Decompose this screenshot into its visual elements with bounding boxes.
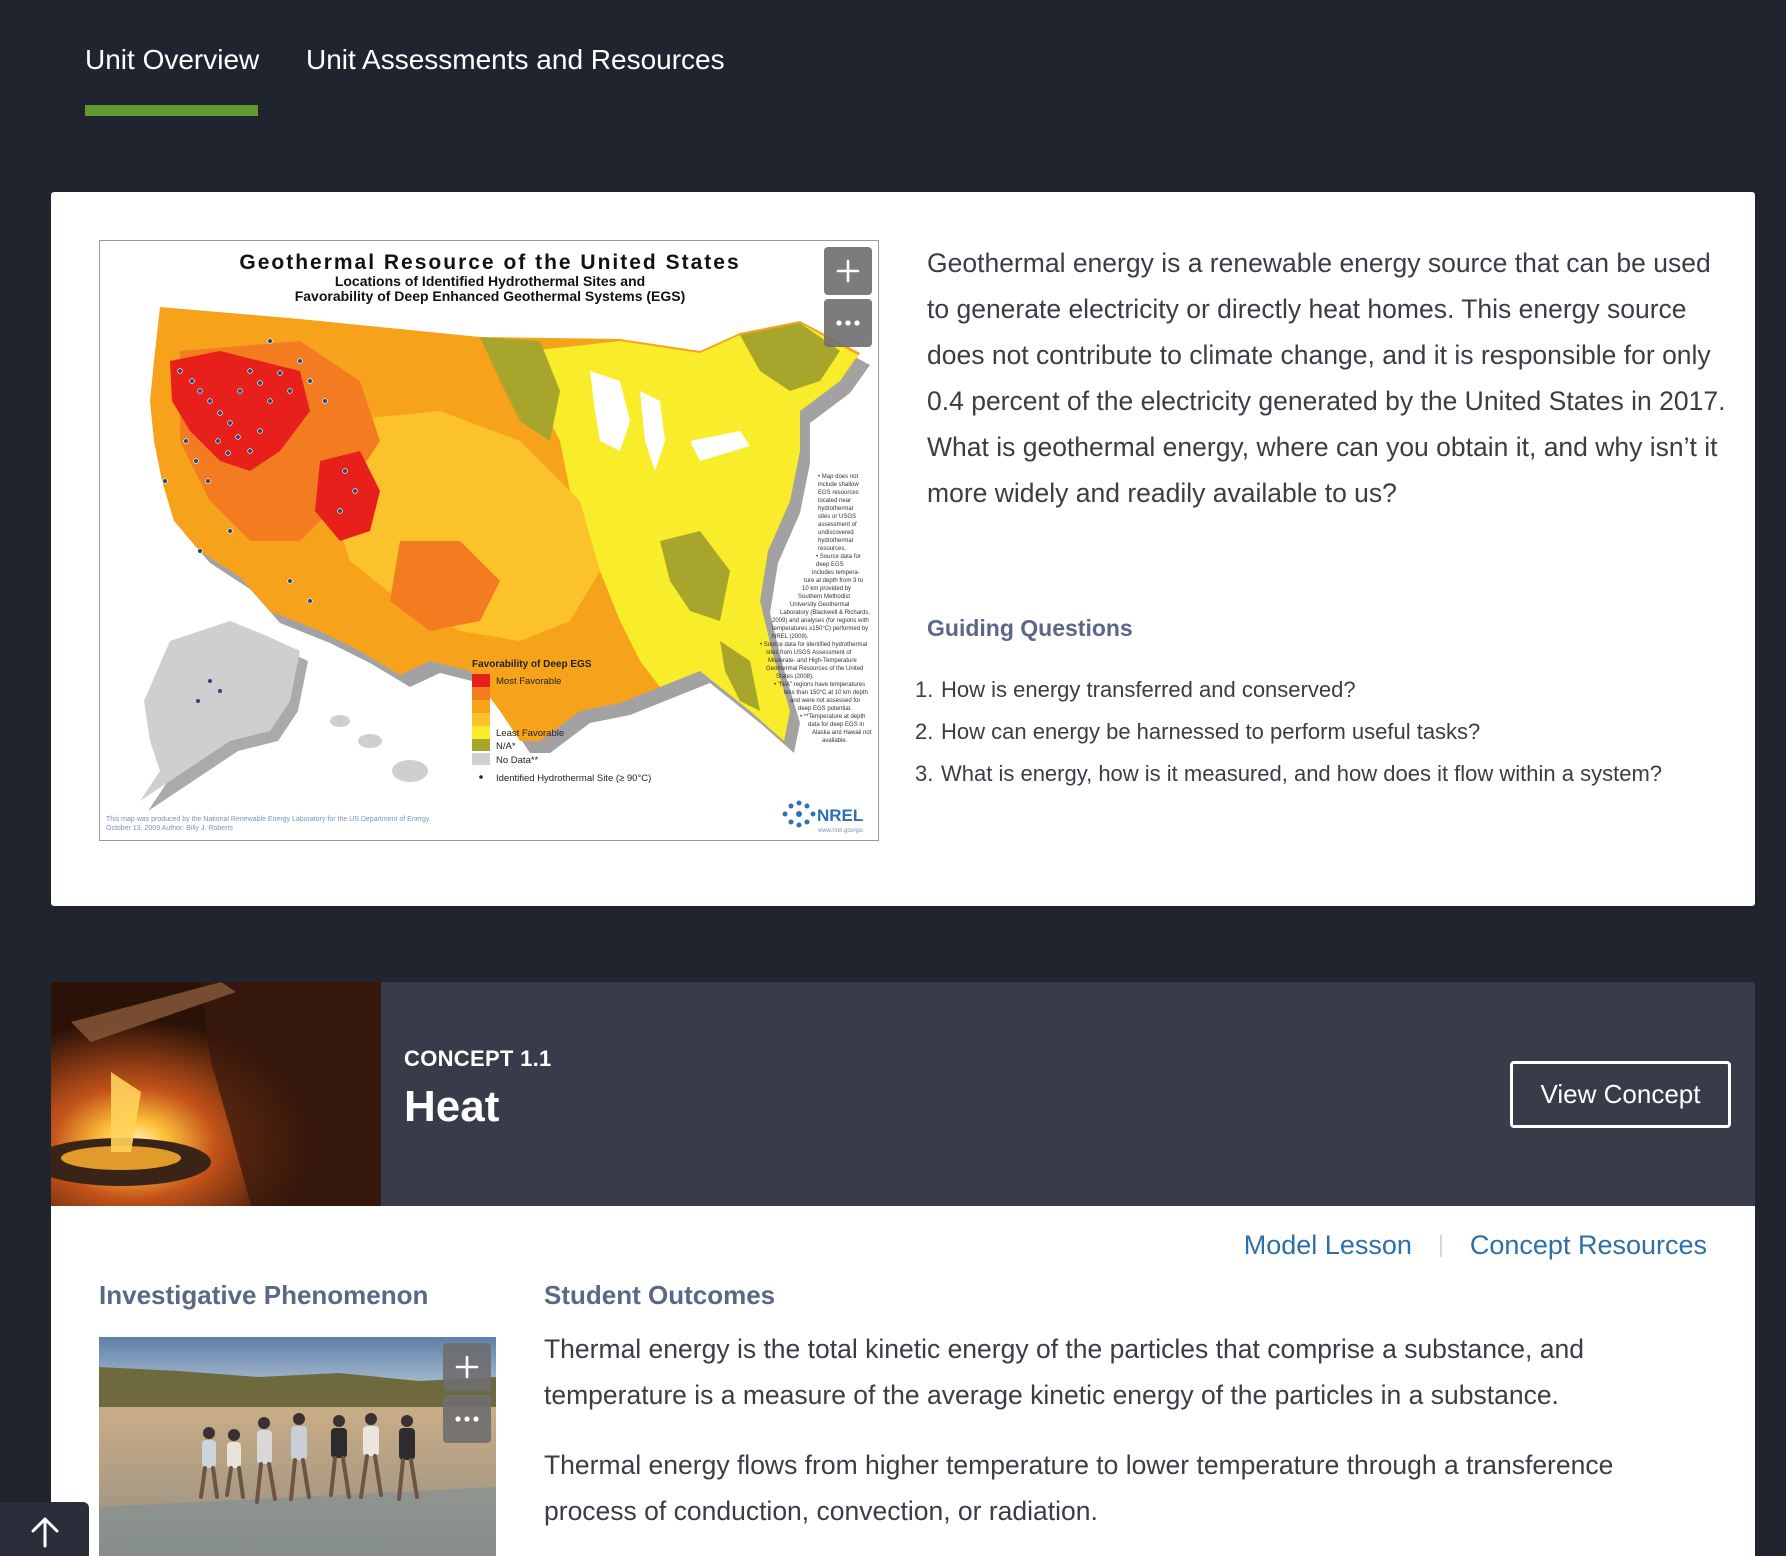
- arrow-up-icon: [31, 1517, 58, 1548]
- concept-thumbnail-molten-metal: [51, 982, 381, 1206]
- svg-text:Geothermal Resources of the Un: Geothermal Resources of the United: [766, 666, 863, 672]
- tab-unit-assessments-resources[interactable]: Unit Assessments and Resources: [306, 44, 725, 76]
- unit-tabs: Unit Overview Unit Assessments and Resou…: [0, 0, 1786, 130]
- svg-text:hydrothermal: hydrothermal: [818, 506, 853, 512]
- map-legend-site: Identified Hydrothermal Site (≥ 90°C): [496, 773, 651, 784]
- concept-label: CONCEPT 1.1: [404, 1046, 552, 1071]
- view-concept-button[interactable]: View Concept: [1510, 1061, 1731, 1128]
- student-outcome: Thermal energy flows from higher tempera…: [544, 1450, 1614, 1526]
- link-divider: [1439, 1234, 1442, 1257]
- student-outcomes-title: Student Outcomes: [544, 1280, 776, 1310]
- svg-text:Laboratory (Blackwell & Richar: Laboratory (Blackwell & Richards,: [780, 610, 870, 616]
- svg-text:deep EGS potential.: deep EGS potential.: [798, 706, 852, 712]
- concept-header: CONCEPT 1.1 Heat View Concept: [51, 982, 1755, 1206]
- plus-icon: [836, 259, 860, 283]
- plus-icon: [455, 1355, 479, 1379]
- concept-body: Model Lesson Concept Resources Investiga…: [51, 1206, 1755, 1556]
- ellipsis-icon: [455, 1416, 479, 1422]
- geothermal-map-image[interactable]: Geothermal Resource of the United States…: [99, 240, 879, 841]
- concept-resources-link[interactable]: Concept Resources: [1470, 1230, 1707, 1261]
- svg-text:temperatures ≥150°C) performed: temperatures ≥150°C) performed by: [772, 626, 868, 632]
- unit-intro-card: Geothermal Resource of the United States…: [51, 192, 1755, 906]
- map-more-button[interactable]: [824, 299, 872, 347]
- concept-title: Heat: [404, 1082, 500, 1131]
- guiding-question: 1. How is energy transferred and conserve…: [915, 677, 1356, 702]
- svg-text:• Map does not: • Map does not: [818, 474, 858, 480]
- svg-text:States (2008).: States (2008).: [776, 674, 814, 680]
- phenomenon-more-button[interactable]: [443, 1395, 491, 1443]
- map-legend-least: Least Favorable: [496, 728, 564, 739]
- svg-text:include shallow: include shallow: [818, 482, 859, 488]
- svg-text:10 km provided by: 10 km provided by: [802, 586, 851, 592]
- svg-text:sites or USGS: sites or USGS: [818, 514, 856, 520]
- map-subtitle-2: Favorability of Deep Enhanced Geothermal…: [295, 288, 686, 304]
- svg-text:available.: available.: [822, 738, 848, 744]
- svg-text:Moderate- and High-Temperature: Moderate- and High-Temperature: [768, 658, 857, 664]
- map-credit-2: October 13, 2009 Author: Billy J. Robert…: [106, 825, 233, 832]
- svg-text:NREL: NREL: [817, 806, 863, 825]
- unit-description: Geothermal energy is a renewable energy …: [927, 248, 1726, 508]
- guiding-questions-title: Guiding Questions: [927, 615, 1133, 641]
- map-legend-na: N/A*: [496, 741, 516, 752]
- svg-text:less than 150°C at 10 km depth: less than 150°C at 10 km depth: [784, 690, 868, 696]
- investigative-phenomenon-title: Investigative Phenomenon: [99, 1280, 429, 1310]
- svg-text:www.nrel.gov/gis: www.nrel.gov/gis: [817, 828, 863, 834]
- tab-unit-overview[interactable]: Unit Overview: [85, 44, 259, 76]
- student-outcome: Thermal energy is the total kinetic ener…: [544, 1334, 1584, 1410]
- svg-text:University Geothermal: University Geothermal: [790, 602, 849, 608]
- svg-text:assessment of: assessment of: [818, 522, 857, 528]
- svg-text:• **Temperature at depth: • **Temperature at depth: [800, 714, 865, 720]
- svg-text:located near: located near: [818, 498, 851, 504]
- svg-text:• "N/A" regions have temperatu: • "N/A" regions have temperatures: [774, 682, 865, 688]
- map-title: Geothermal Resource of the United States: [239, 251, 740, 274]
- model-lesson-link[interactable]: Model Lesson: [1244, 1230, 1412, 1261]
- svg-text:includes tempera-: includes tempera-: [812, 570, 860, 576]
- svg-text:Alaska and Hawaii not: Alaska and Hawaii not: [812, 730, 872, 736]
- svg-text:ture at depth from 3 to: ture at depth from 3 to: [804, 578, 864, 584]
- map-credit-1: This map was produced by the National Re…: [106, 816, 431, 823]
- back-to-top-button[interactable]: [0, 1502, 89, 1556]
- concept-links: Model Lesson Concept Resources: [1244, 1230, 1707, 1261]
- svg-text:• Source data for identified h: • Source data for identified hydrotherma…: [760, 642, 867, 648]
- svg-text:hydrothermal: hydrothermal: [818, 538, 853, 544]
- map-zoom-button[interactable]: [824, 247, 872, 295]
- map-subtitle-1: Locations of Identified Hydrothermal Sit…: [335, 273, 645, 289]
- ellipsis-icon: [836, 320, 860, 326]
- svg-text:sites from USGS Assessment of: sites from USGS Assessment of: [766, 650, 852, 656]
- map-legend-nodata: No Data**: [496, 755, 539, 766]
- map-legend-most: Most Favorable: [496, 676, 561, 687]
- svg-text:Southern Methodist: Southern Methodist: [798, 594, 850, 600]
- guiding-question: 2. How can energy be harnessed to perform…: [915, 719, 1481, 744]
- svg-text:deep EGS: deep EGS: [816, 562, 844, 568]
- svg-text:undiscovered: undiscovered: [818, 530, 854, 536]
- guiding-questions-list: 1. How is energy transferred and conserve…: [915, 672, 1715, 798]
- svg-text:EGS resources: EGS resources: [818, 490, 859, 496]
- svg-text:resources.: resources.: [818, 546, 846, 552]
- svg-text:2009) and analyses (for region: 2009) and analyses (for regions with: [772, 618, 869, 624]
- phenomenon-image-beach-walk[interactable]: [99, 1337, 496, 1556]
- guiding-question: 3. What is energy, how is it measured, an…: [915, 761, 1663, 786]
- phenomenon-zoom-button[interactable]: [443, 1343, 491, 1391]
- svg-text:NREL (2009).: NREL (2009).: [772, 634, 809, 640]
- svg-text:• Source data for: • Source data for: [816, 554, 861, 560]
- svg-text:data for deep EGS in: data for deep EGS in: [808, 722, 864, 728]
- map-legend-title: Favorability of Deep EGS: [472, 659, 592, 670]
- active-tab-indicator: [85, 105, 258, 116]
- svg-text:and were not assessed for: and were not assessed for: [790, 698, 860, 704]
